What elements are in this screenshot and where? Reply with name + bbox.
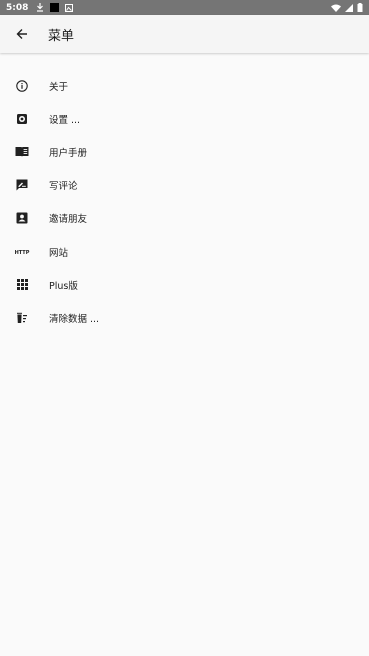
menu-item-label: 设置 ... (49, 114, 81, 126)
menu-list: 关于 设置 ... 用户手册 写评论 邀请朋友 HTTP 网站 Plus版 清除… (0, 69, 369, 335)
signal-icon (345, 3, 353, 12)
settings-icon (17, 113, 27, 124)
arrow-back-icon (16, 29, 27, 39)
status-bar: 5:08 (0, 0, 369, 15)
status-time: 5:08 (6, 2, 29, 13)
menu-item-label: 清除数据 ... (49, 313, 100, 325)
menu-item-plus-version[interactable]: Plus版 (0, 268, 369, 301)
image-notification-icon (65, 3, 74, 12)
menu-item-label: 邀请朋友 (49, 214, 88, 226)
notification-black-icon (50, 3, 60, 12)
menu-item-write-review[interactable]: 写评论 (0, 169, 369, 202)
menu-item-clear-data[interactable]: 清除数据 ... (0, 301, 369, 334)
grid-icon (16, 279, 28, 291)
page-title: 菜单 (48, 28, 75, 44)
delete-sweep-icon (17, 312, 27, 323)
download-icon (37, 3, 44, 12)
menu-item-settings[interactable]: 设置 ... (0, 102, 369, 135)
svg-text:HTTP: HTTP (15, 250, 30, 256)
menu-item-invite-friends[interactable]: 邀请朋友 (0, 202, 369, 235)
menu-item-label: 网站 (49, 247, 69, 259)
menu-item-website[interactable]: HTTP 网站 (0, 235, 369, 268)
rate-review-icon (16, 179, 28, 191)
book-icon (15, 147, 29, 158)
app-bar: 菜单 (0, 15, 369, 53)
info-icon (16, 79, 28, 92)
contact-icon (16, 212, 28, 224)
http-icon: HTTP (15, 250, 30, 256)
menu-item-label: 写评论 (49, 181, 78, 193)
wifi-icon (331, 4, 341, 12)
menu-item-label: 用户手册 (49, 147, 88, 159)
menu-item-user-manual[interactable]: 用户手册 (0, 135, 369, 168)
menu-item-about[interactable]: 关于 (0, 69, 369, 102)
menu-item-label: 关于 (49, 81, 69, 93)
menu-item-label: Plus版 (49, 280, 78, 292)
battery-icon (357, 3, 363, 12)
back-button[interactable] (0, 15, 44, 53)
